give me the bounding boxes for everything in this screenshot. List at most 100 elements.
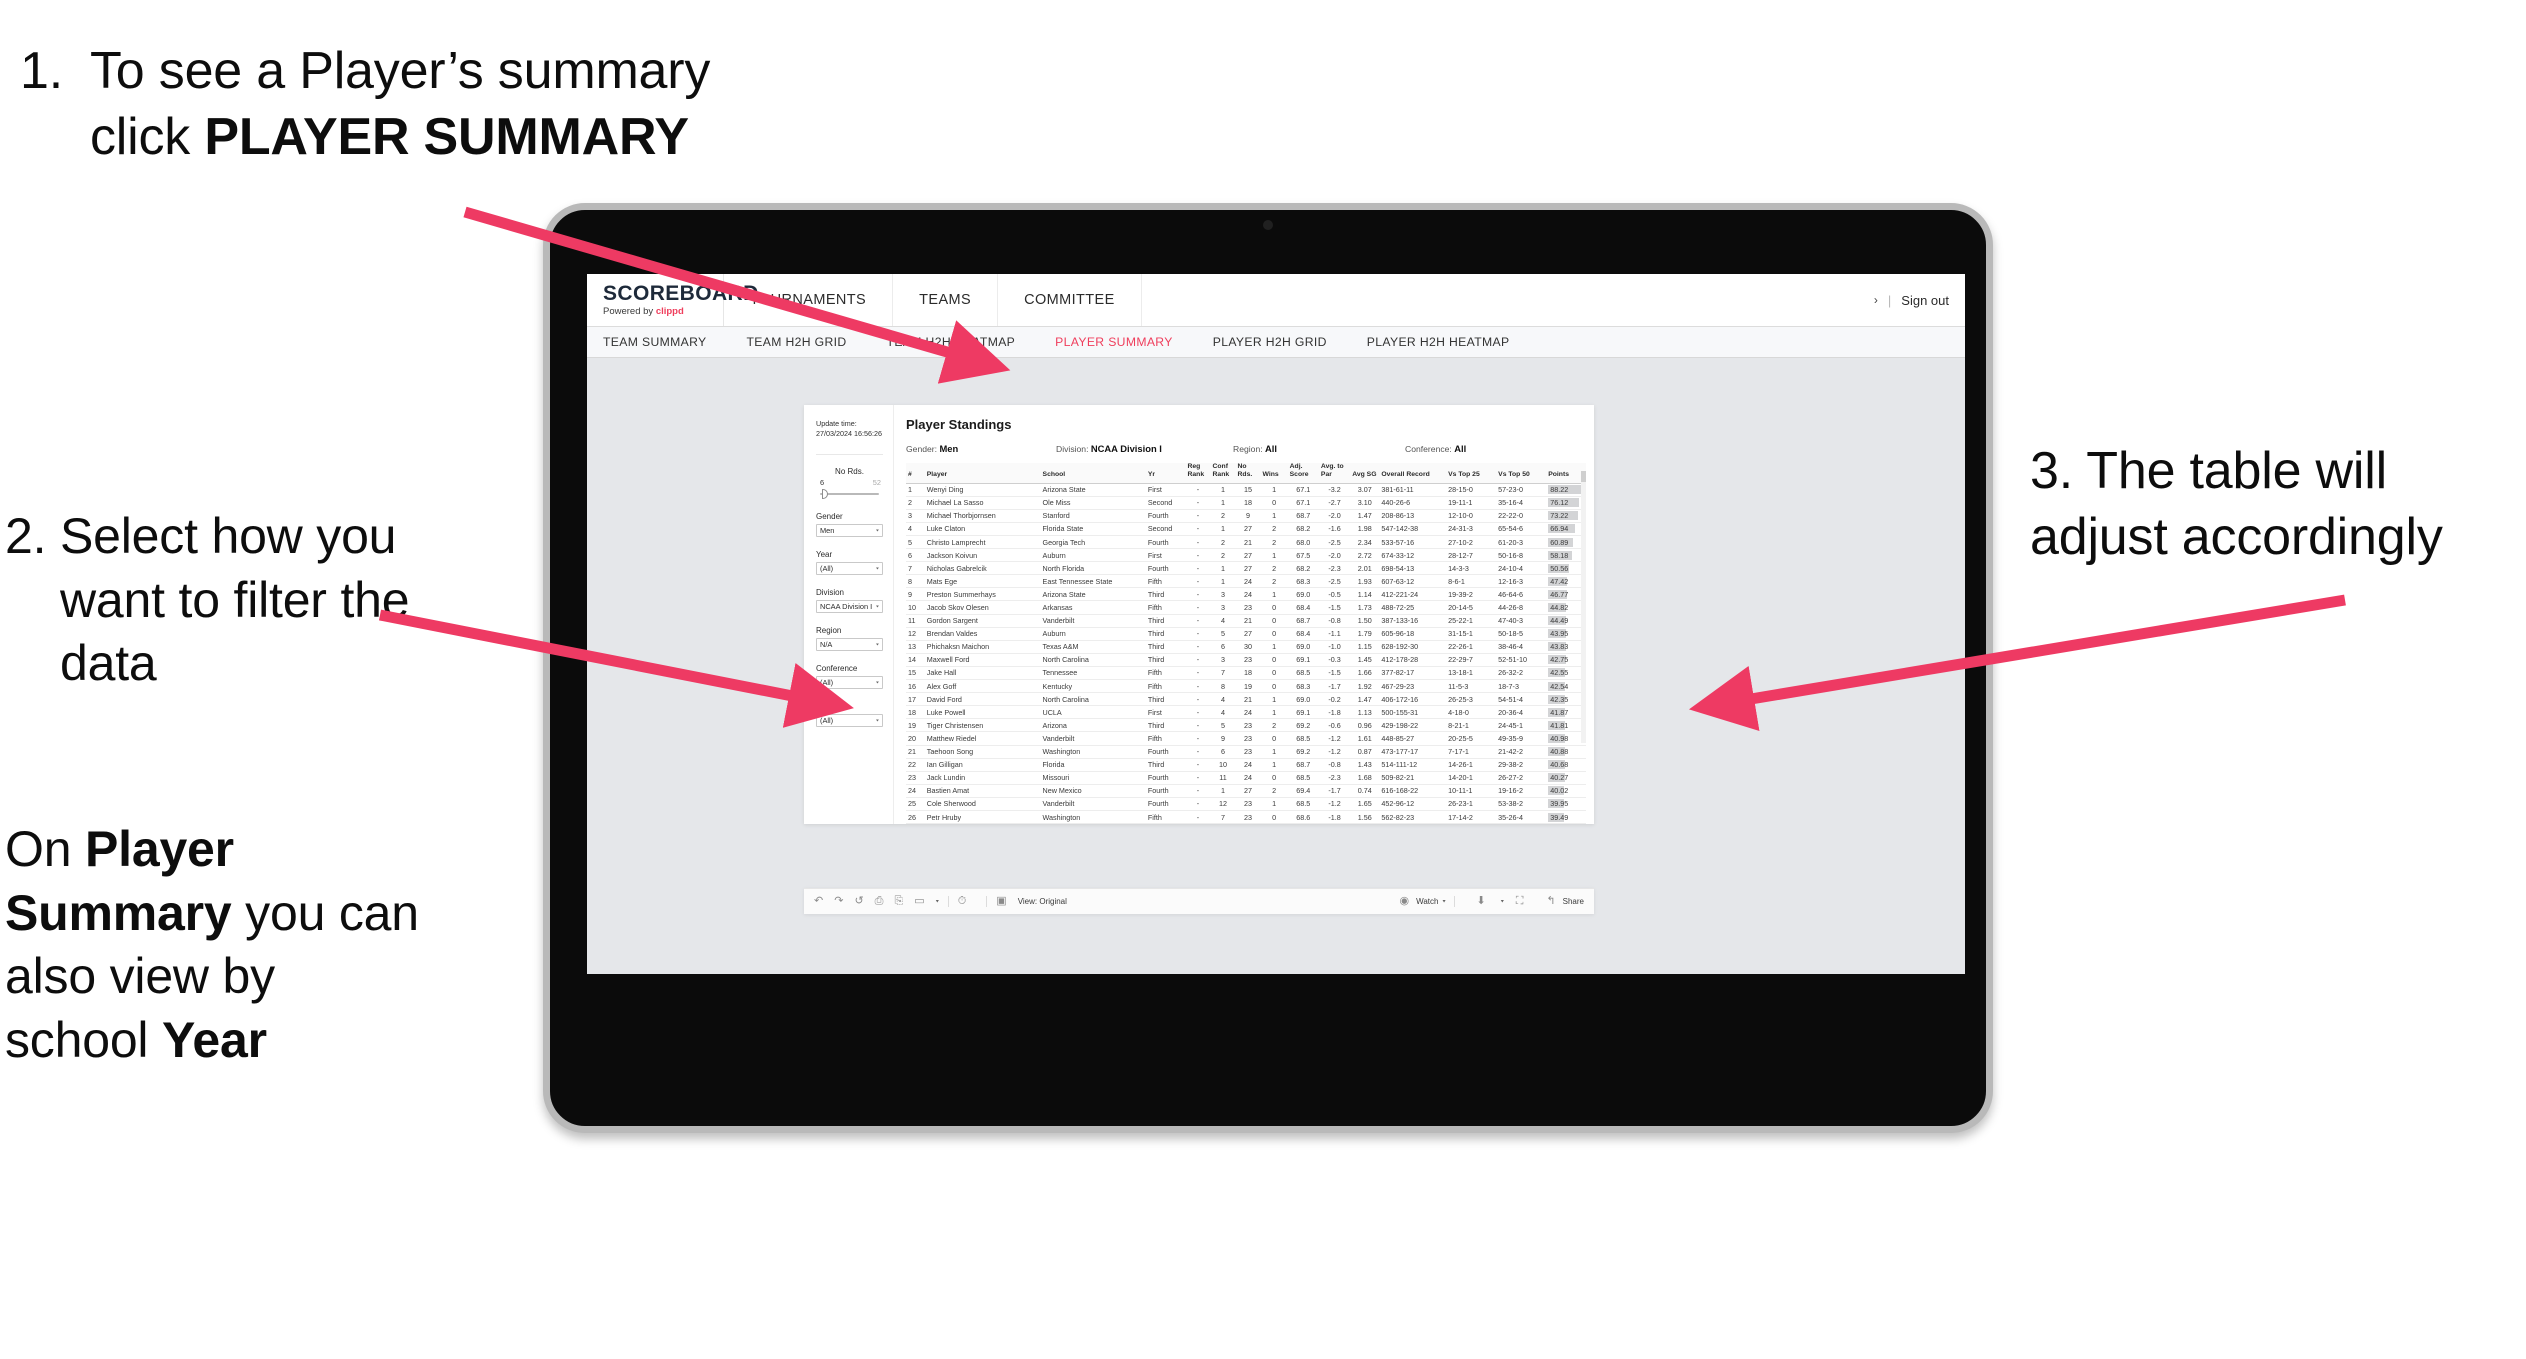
col-overall-record[interactable]: Overall Record xyxy=(1379,463,1447,484)
cell-reg-rank: - xyxy=(1185,496,1211,510)
tab-player-h2h-heatmap[interactable]: PLAYER H2H HEATMAP xyxy=(1367,335,1510,349)
history-icon[interactable]: ⏱ xyxy=(958,896,967,907)
cell-no-rounds: 24 xyxy=(1235,758,1261,772)
nav-tab-tournaments[interactable]: TOURNAMENTS xyxy=(724,274,894,326)
app-logo[interactable]: SCOREBOARD Powered by clippd xyxy=(587,274,758,326)
cell-conf-rank: 1 xyxy=(1210,574,1236,589)
watch-control[interactable]: ◉ Watch ▾ xyxy=(1399,896,1445,907)
table-row[interactable]: 15 Jake Hall Tennessee Fifth -7 18 0 68.5 -1.5 1.… xyxy=(906,666,1586,681)
table-row[interactable]: 24 Bastien Amat New Mexico Fourth -1 27 2 69.4-… xyxy=(906,784,1586,798)
no-rounds-slider[interactable] xyxy=(820,488,879,499)
cell-vs-top-25: 22-29-7 xyxy=(1446,653,1497,667)
cell-overall-record: 473-177-17 xyxy=(1379,745,1447,759)
table-row[interactable]: 3 Michael Thorbjornsen Stanford Fourth -2 9 1 6… xyxy=(906,509,1586,523)
col-avg-to-par[interactable]: Avg. to Par xyxy=(1318,463,1351,484)
view-icon[interactable]: ▣ xyxy=(996,896,1006,907)
table-row[interactable]: 1 Wenyi Ding Arizona State First -1 15 1 67.1 -3… xyxy=(906,483,1586,497)
pause-auto-update-icon[interactable]: ⎘ xyxy=(894,896,903,907)
cell-conf-rank: 2 xyxy=(1210,509,1236,523)
nav-tab-teams[interactable]: TEAMS xyxy=(893,274,999,326)
table-row[interactable]: 11 Gordon Sargent Vanderbilt Third -4 21 0 68.7… xyxy=(906,614,1586,628)
col-wins[interactable]: Wins xyxy=(1260,463,1288,484)
table-row[interactable]: 26 Petr Hruby Washington Fifth -7 23 0 68.6 -1.8… xyxy=(906,810,1586,825)
filter-year-select[interactable]: (All) ▾ xyxy=(816,561,883,575)
fullscreen-control[interactable]: ⛶ xyxy=(1516,896,1535,907)
table-row[interactable]: 16 Alex Goff Kentucky Fifth -8 19 0 68.3 -1.7 1.9… xyxy=(906,679,1586,694)
table-row[interactable]: 13 Phichaksn Maichon Texas A&M Third -6 30 1 69… xyxy=(906,640,1586,654)
col-vs-top-50[interactable]: Vs Top 50 xyxy=(1496,463,1547,484)
cell-year: Third xyxy=(1145,653,1186,667)
chevron-right-icon[interactable]: › xyxy=(1874,293,1878,307)
cell-avg-sg: 2.01 xyxy=(1350,561,1380,576)
table-row[interactable]: 22 Ian Gilligan Florida Third -10 24 1 68.7 -0.8… xyxy=(906,758,1586,772)
cell-avg-sg: 1.56 xyxy=(1350,810,1380,825)
table-row[interactable]: 8 Mats Ege East Tennessee State Fifth -1 24 2 6… xyxy=(906,574,1586,589)
cell-avg-to-par: -2.5 xyxy=(1318,574,1351,589)
tab-player-summary[interactable]: PLAYER SUMMARY xyxy=(1055,335,1173,349)
tab-team-h2h-grid[interactable]: TEAM H2H GRID xyxy=(747,335,847,349)
redo-icon[interactable]: ↷ xyxy=(834,896,843,907)
col-school[interactable]: School xyxy=(1040,463,1146,484)
share-control[interactable]: ↰ Share xyxy=(1546,896,1584,907)
tab-player-h2h-grid[interactable]: PLAYER H2H GRID xyxy=(1213,335,1327,349)
col-vs-top-25[interactable]: Vs Top 25 xyxy=(1446,463,1497,484)
table-row[interactable]: 4 Luke Claton Florida State Second -1 27 2 68.2… xyxy=(906,522,1586,537)
col-adj-score[interactable]: Adj. Score xyxy=(1287,463,1319,484)
table-row[interactable]: 18 Luke Powell UCLA First -4 24 1 69.1 -1.8 1.13 5… xyxy=(906,705,1586,720)
table-row[interactable]: 2 Michael La Sasso Ole Miss Second -1 18 0 67.1… xyxy=(906,496,1586,510)
tab-team-summary[interactable]: TEAM SUMMARY xyxy=(603,335,707,349)
download-control[interactable]: ⬇ ▾ xyxy=(1476,896,1503,907)
table-row[interactable]: 25 Cole Sherwood Vanderbilt Fourth -12 23 1 68.… xyxy=(906,797,1586,811)
cell-no-rounds: 18 xyxy=(1235,666,1261,681)
tab-team-h2h-heatmap[interactable]: TEAM H2H HEATMAP xyxy=(887,335,1016,349)
cell-vs-top-50: 44-26-8 xyxy=(1496,600,1547,615)
sign-out-link[interactable]: Sign out xyxy=(1901,293,1949,308)
table-row[interactable]: 6 Jackson Koivun Auburn First -2 27 1 67.5 -2.0 2… xyxy=(906,548,1586,563)
col-avg-sg[interactable]: Avg SG xyxy=(1350,463,1380,484)
table-row[interactable]: 5 Christo Lamprecht Georgia Tech Fourth -2 21… xyxy=(906,535,1586,550)
filter-conference-select[interactable]: (All) ▾ xyxy=(816,675,883,689)
refresh-icon[interactable]: ⎙ xyxy=(875,896,884,907)
view-label[interactable]: View: Original xyxy=(1018,897,1067,906)
points-bar-wrapper: 40.98 xyxy=(1548,733,1584,743)
cell-vs-top-50: 26-32-2 xyxy=(1496,666,1547,681)
nav-tab-committee[interactable]: COMMITTEE xyxy=(998,274,1142,326)
cell-vs-top-25: 20-25-5 xyxy=(1446,731,1497,746)
table-row[interactable]: 23 Jack Lundin Missouri Fourth -11 24 0 68.5 -2.… xyxy=(906,771,1586,785)
revert-icon[interactable]: ↺ xyxy=(854,896,863,907)
filter-panel: Update time: 27/03/2024 16:56:26 No Rds.… xyxy=(804,405,894,825)
cell-avg-sg: 1.45 xyxy=(1350,653,1380,667)
col-player[interactable]: Player xyxy=(924,463,1041,484)
table-row[interactable]: 10 Jacob Skov Olesen Arkansas Fifth -3 23 0 68.… xyxy=(906,600,1586,615)
col-year[interactable]: Yr xyxy=(1145,463,1186,484)
cell-avg-sg: 0.96 xyxy=(1350,718,1380,733)
points-bar-wrapper: 40.27 xyxy=(1548,773,1584,783)
filter-player-select[interactable]: (All) ▾ xyxy=(816,713,883,727)
col-no-rounds[interactable]: No Rds. xyxy=(1235,463,1261,484)
points-value: 66.94 xyxy=(1550,524,1569,534)
table-row[interactable]: 9 Preston Summerhays Arizona State Third -3 2… xyxy=(906,587,1586,602)
col-reg-rank[interactable]: Reg Rank xyxy=(1185,463,1211,484)
table-scrollbar-track[interactable] xyxy=(1581,471,1586,743)
rectangle-select-icon[interactable]: ▭ xyxy=(914,896,924,907)
table-row[interactable]: 14 Maxwell Ford North Carolina Third -3 23 0 69… xyxy=(906,653,1586,667)
table-row[interactable]: 17 David Ford North Carolina Third -4 21 1 69.0… xyxy=(906,692,1586,707)
cell-adj-score: 68.4 xyxy=(1287,600,1319,615)
filter-region-select[interactable]: N/A ▾ xyxy=(816,637,883,651)
slider-handle[interactable] xyxy=(822,488,828,499)
col-rank[interactable]: # xyxy=(906,463,925,484)
col-conf-rank[interactable]: Conf Rank xyxy=(1210,463,1236,484)
undo-icon[interactable]: ↶ xyxy=(814,896,823,907)
table-scrollbar-thumb[interactable] xyxy=(1581,471,1586,482)
filter-division-select[interactable]: NCAA Division I ▾ xyxy=(816,599,883,613)
cell-player: Michael La Sasso xyxy=(924,496,1041,510)
table-row[interactable]: 21 Taehoon Song Washington Fourth -6 23 1 69.2-… xyxy=(906,745,1586,759)
cell-avg-to-par: -1.5 xyxy=(1318,600,1351,615)
table-row[interactable]: 7 Nicholas Gabrelcik North Florida Fourth -1… xyxy=(906,561,1586,576)
table-row[interactable]: 19 Tiger Christensen Arizona Third -5 23 2 69.2… xyxy=(906,718,1586,733)
table-row[interactable]: 12 Brendan Valdes Auburn Third -5 27 0 68.4 -1.1… xyxy=(906,627,1586,641)
table-row[interactable]: 20 Matthew Riedel Vanderbilt Fifth -9 23 0 68.5… xyxy=(906,731,1586,746)
cell-rank: 10 xyxy=(906,600,925,615)
chevron-down-icon[interactable]: ▾ xyxy=(936,899,939,905)
filter-gender-select[interactable]: Men ▾ xyxy=(816,523,883,537)
